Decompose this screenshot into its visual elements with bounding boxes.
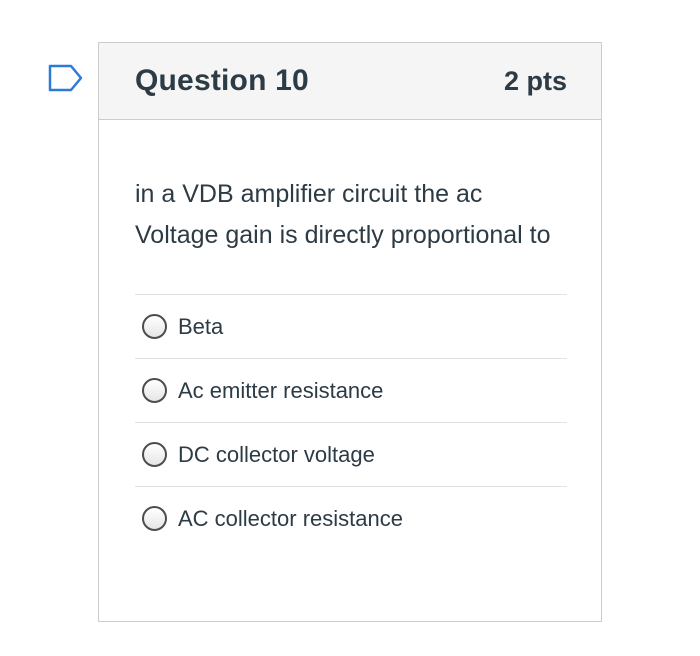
answer-option[interactable]: DC collector voltage (135, 422, 567, 486)
question-points: 2 pts (503, 65, 567, 96)
question-body: in a VDB amplifier circuit the ac Voltag… (99, 120, 601, 550)
question-title: Question 10 (135, 64, 309, 97)
answer-option[interactable]: Beta (135, 294, 567, 358)
radio-button[interactable] (142, 378, 167, 403)
answer-label: DC collector voltage (178, 441, 375, 467)
answer-label: Ac emitter resistance (178, 377, 384, 403)
answer-list: Beta Ac emitter resistance DC collector … (135, 294, 567, 550)
answer-option[interactable]: Ac emitter resistance (135, 358, 567, 422)
answer-option[interactable]: AC collector resistance (135, 486, 567, 550)
radio-button[interactable] (142, 506, 167, 531)
quiz-page: Question 10 2 pts in a VDB amplifier cir… (0, 0, 700, 656)
flag-question-icon[interactable] (48, 64, 84, 92)
answer-label: AC collector resistance (178, 505, 403, 531)
radio-button[interactable] (142, 442, 167, 467)
answer-label: Beta (178, 313, 224, 339)
question-header: Question 10 2 pts (99, 43, 601, 120)
question-card: Question 10 2 pts in a VDB amplifier cir… (98, 42, 602, 622)
question-text: in a VDB amplifier circuit the ac Voltag… (135, 180, 551, 249)
radio-button[interactable] (142, 314, 167, 339)
